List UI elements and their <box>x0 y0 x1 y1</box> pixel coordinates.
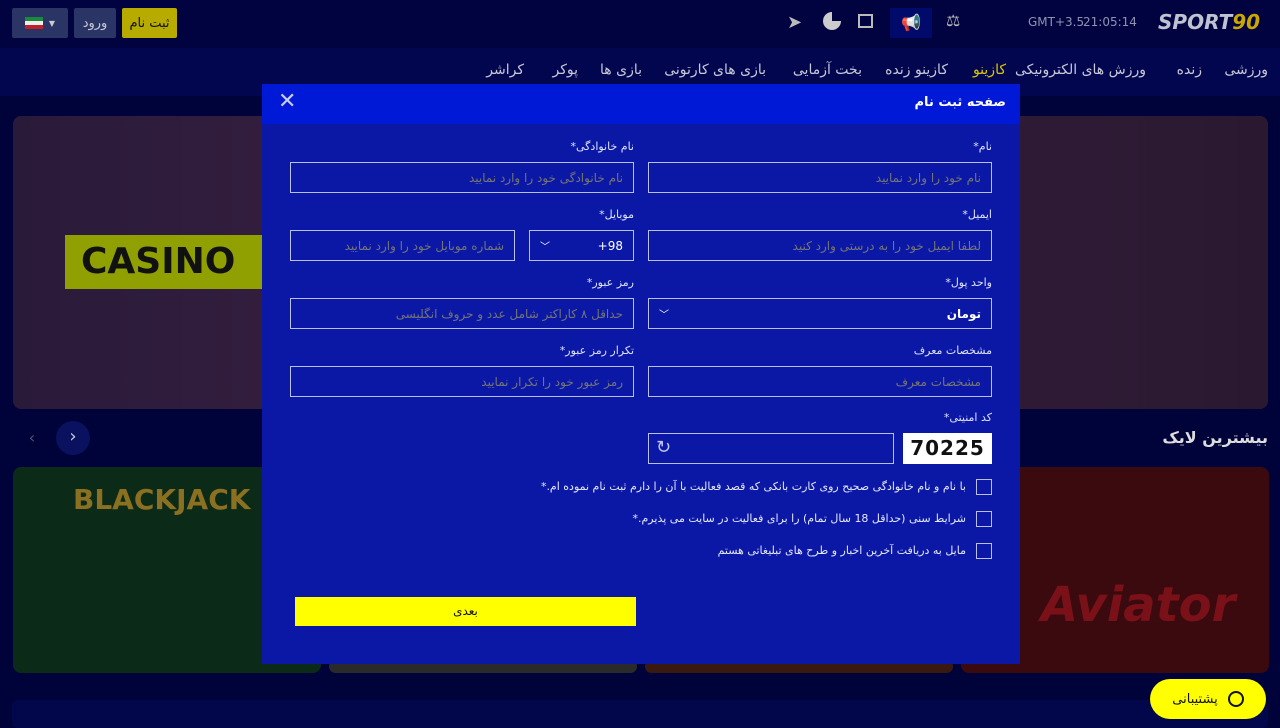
newsletter-checkbox-label: مایل به دریافت آخرین اخبار و طرح های تبل… <box>717 544 966 557</box>
password-input[interactable] <box>290 298 634 329</box>
mobile-input[interactable] <box>290 230 515 261</box>
nav-poker[interactable]: پوکر <box>552 62 578 78</box>
referrer-label: مشخصات معرف <box>913 344 992 357</box>
last-name-input[interactable] <box>290 162 634 193</box>
email-label: ایمیل* <box>962 208 992 221</box>
clock: 21:05:14 <box>1083 15 1137 29</box>
nav-live-casino[interactable]: کازینو زنده <box>885 62 948 78</box>
game-title: Aviator <box>1041 577 1236 633</box>
captcha-label: کد امنیتی* <box>943 411 992 424</box>
refresh-icon[interactable]: ↻ <box>656 437 671 458</box>
nav-live[interactable]: زنده <box>1177 62 1202 78</box>
megaphone-icon[interactable]: 📢 <box>890 8 932 38</box>
password-repeat-label: تکرار رمز عبور* <box>559 344 634 357</box>
register-button[interactable]: ثبت نام <box>122 8 177 38</box>
last-name-label: نام خانوادگی* <box>570 140 634 153</box>
mobile-label: موبایل* <box>599 208 634 221</box>
next-button[interactable]: بعدی <box>295 597 636 626</box>
caret-down-icon: ▼ <box>48 18 56 28</box>
bank-card-checkbox-label: با نام و نام خانوادگی صحیح روی کارت بانک… <box>540 480 966 493</box>
results-icon[interactable] <box>858 14 873 28</box>
chat-icon <box>1227 691 1244 707</box>
carousel-prev-button[interactable]: ‹ <box>18 424 46 452</box>
nav-casino[interactable]: کازینو <box>973 62 1006 78</box>
modal-title: صفحه ثبت نام <box>914 95 1006 110</box>
nav-crasher[interactable]: کراشر <box>486 62 524 78</box>
nav-cartoon-games[interactable]: بازی های کارتونی <box>664 62 766 78</box>
carousel-next-button[interactable]: › <box>56 421 90 455</box>
currency-value: تومان <box>946 306 981 321</box>
chevron-down-icon: ﹀ <box>659 310 669 321</box>
banner-text: CASINO <box>65 235 265 289</box>
captcha-input[interactable] <box>648 433 894 464</box>
support-label: پشتیبانی <box>1172 691 1218 707</box>
pie-chart-icon[interactable] <box>823 12 841 30</box>
email-input[interactable] <box>648 230 992 261</box>
nav-games[interactable]: بازی ها <box>600 62 642 78</box>
modal-header: صفحه ثبت نام ✕ <box>262 84 1020 124</box>
support-button[interactable]: پشتیبانی <box>1150 679 1266 719</box>
nav-sports[interactable]: ورزشی <box>1224 62 1268 78</box>
logo[interactable]: SPORT90 <box>1158 10 1260 34</box>
currency-label: واحد پول* <box>945 276 992 289</box>
nav-lottery[interactable]: بخت آزمایی <box>793 62 862 78</box>
gavel-icon[interactable]: ⚖ <box>946 11 960 30</box>
login-button[interactable]: ورود <box>74 8 116 38</box>
language-selector[interactable]: ▼ <box>12 8 68 38</box>
newsletter-checkbox[interactable] <box>976 543 992 559</box>
first-name-label: نام* <box>973 140 992 153</box>
referrer-input[interactable] <box>648 366 992 397</box>
nav-esports[interactable]: ورزش های الکترونیکی <box>1015 62 1146 78</box>
captcha-image: 70225 <box>903 433 992 464</box>
password-label: رمز عبور* <box>586 276 634 289</box>
register-modal: صفحه ثبت نام ✕ نام* نام خانوادگی* ایمیل*… <box>262 84 1020 664</box>
bank-card-checkbox[interactable] <box>976 479 992 495</box>
country-code-select[interactable]: ﹀ +98 <box>529 230 634 261</box>
most-liked-heading: بیشترین لایک <box>1162 428 1268 447</box>
age-checkbox-label: شرایط سنی (حداقل 18 سال تمام) را برای فع… <box>632 512 967 525</box>
country-code-value: +98 <box>597 238 623 253</box>
chevron-down-icon: ﹀ <box>540 242 550 253</box>
password-repeat-input[interactable] <box>290 366 634 397</box>
section-strip <box>12 700 1268 728</box>
telegram-icon[interactable]: ➤ <box>787 12 802 33</box>
iran-flag-icon <box>24 17 43 29</box>
first-name-input[interactable] <box>648 162 992 193</box>
currency-select[interactable]: ﹀ تومان <box>648 298 992 329</box>
close-icon[interactable]: ✕ <box>278 90 296 114</box>
age-checkbox[interactable] <box>976 511 992 527</box>
timezone: GMT+3.5 <box>1028 15 1085 29</box>
